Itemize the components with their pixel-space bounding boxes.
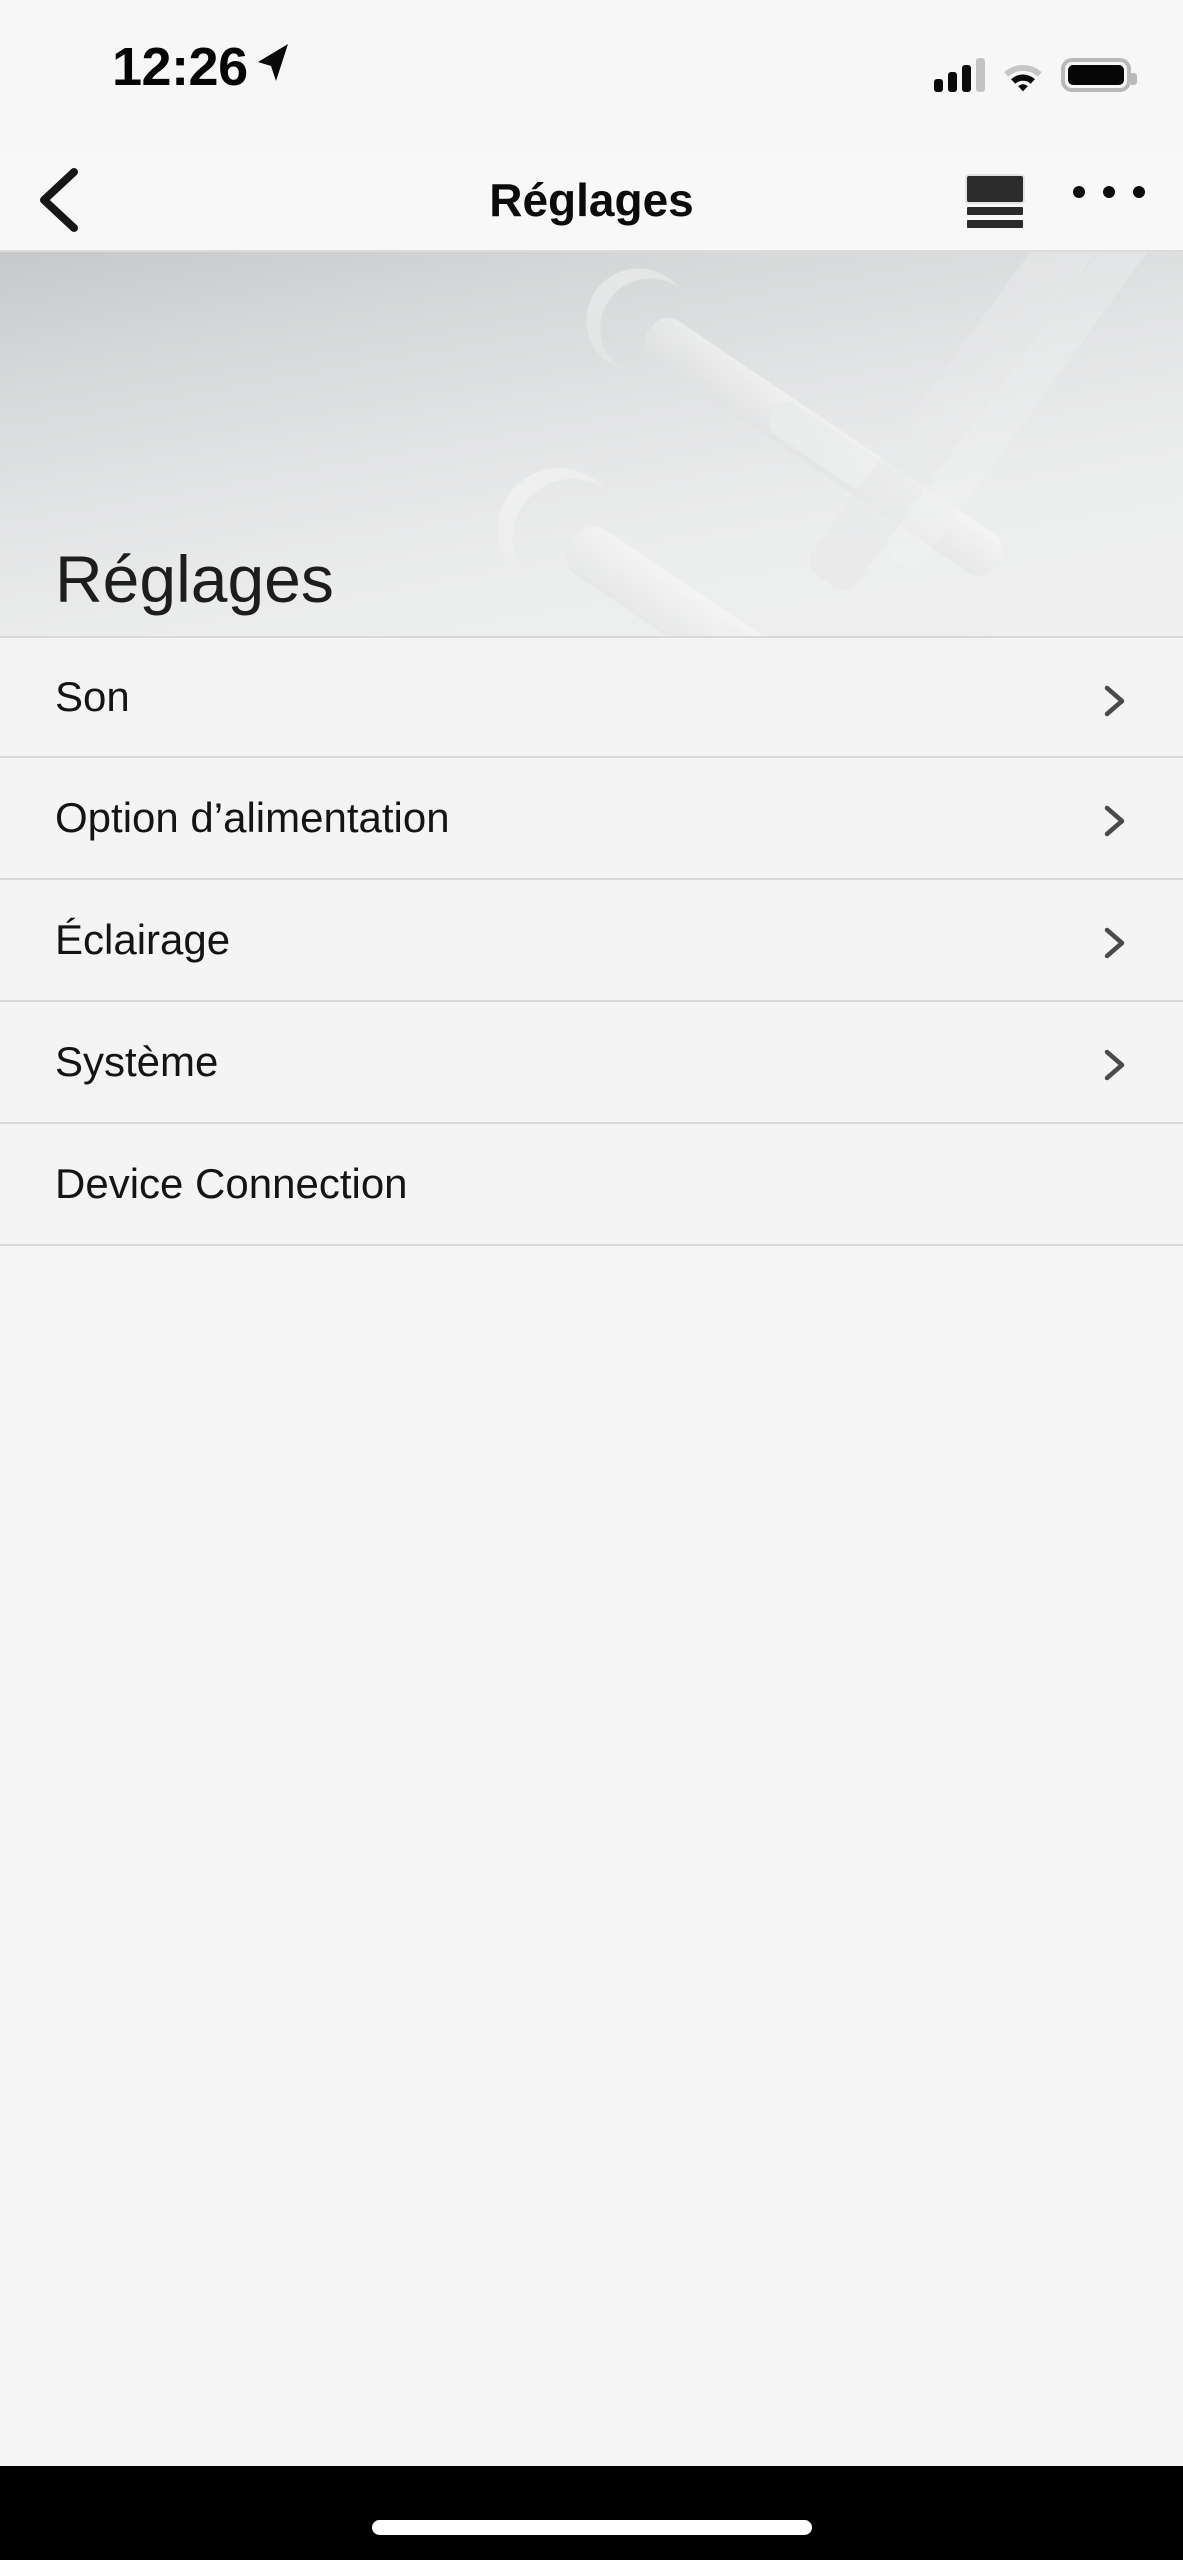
navigation-bar: Réglages <box>0 150 1183 250</box>
cellular-signal-icon <box>934 58 985 92</box>
status-time: 12:26 <box>112 37 248 97</box>
hero-title: Réglages <box>55 542 334 616</box>
chevron-right-icon <box>1104 805 1125 837</box>
status-bar: 12:26 <box>0 0 1183 150</box>
settings-list: Son Option d’alimentation Éclairage Syst… <box>0 636 1183 1246</box>
reader-view-icon[interactable] <box>967 176 1023 228</box>
location-arrow-icon <box>258 44 288 81</box>
home-indicator[interactable] <box>371 2520 812 2535</box>
list-item-label: Device Connection <box>55 1160 408 1207</box>
phone-screen: 12:26 Réglages Réglages Son Option d’ali… <box>0 0 1183 2560</box>
hero-banner: Réglages <box>0 250 1183 638</box>
list-item-label: Option d’alimentation <box>55 794 450 841</box>
list-item-label: Son <box>55 673 130 720</box>
chevron-right-icon <box>1104 927 1125 959</box>
list-item-systeme[interactable]: Système <box>0 1002 1183 1124</box>
list-item-option-alimentation[interactable]: Option d’alimentation <box>0 758 1183 880</box>
list-item-eclairage[interactable]: Éclairage <box>0 880 1183 1002</box>
chevron-right-icon <box>1104 685 1125 717</box>
list-item-label: Éclairage <box>55 916 231 963</box>
chevron-right-icon <box>1104 1049 1125 1081</box>
battery-full-icon <box>1061 58 1137 92</box>
list-item-device-connection[interactable]: Device Connection <box>0 1124 1183 1246</box>
list-item-son[interactable]: Son <box>0 636 1183 758</box>
wifi-icon <box>1004 65 1042 92</box>
status-indicators <box>934 44 1137 92</box>
more-horizontal-icon[interactable] <box>1073 186 1145 198</box>
home-indicator-area <box>0 2466 1183 2560</box>
list-item-label: Système <box>55 1038 219 1085</box>
